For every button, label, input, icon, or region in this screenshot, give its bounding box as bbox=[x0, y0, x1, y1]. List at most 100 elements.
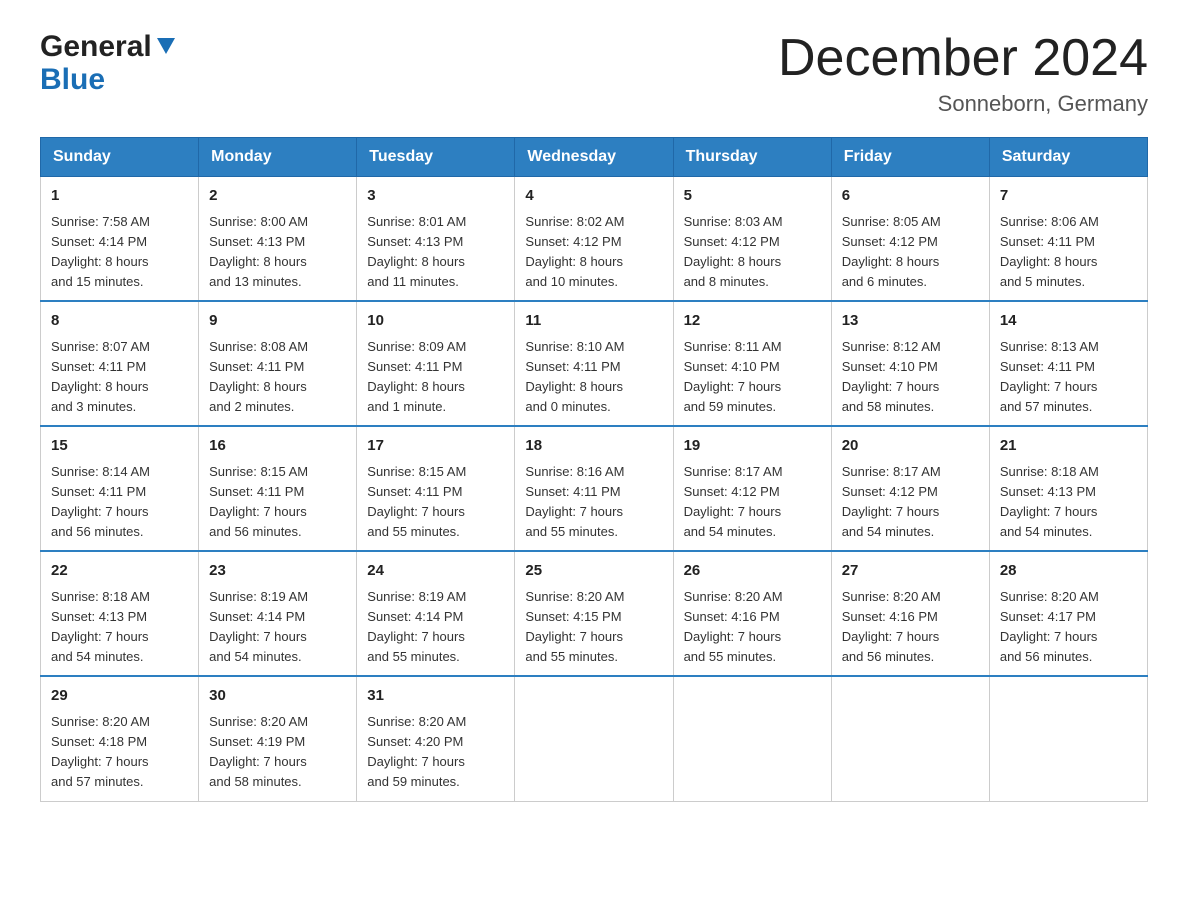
day-cell: 24 Sunrise: 8:19 AM Sunset: 4:14 PM Dayli… bbox=[357, 551, 515, 676]
day-number: 21 bbox=[1000, 435, 1137, 458]
week-row-4: 22 Sunrise: 8:18 AM Sunset: 4:13 PM Dayli… bbox=[41, 551, 1148, 676]
day-number: 19 bbox=[684, 435, 821, 458]
day-cell: 13 Sunrise: 8:12 AM Sunset: 4:10 PM Dayli… bbox=[831, 301, 989, 426]
day-info: Sunrise: 8:17 AM Sunset: 4:12 PM Dayligh… bbox=[684, 462, 821, 543]
day-info: Sunrise: 8:10 AM Sunset: 4:11 PM Dayligh… bbox=[525, 337, 662, 418]
day-cell bbox=[515, 676, 673, 801]
day-cell: 29 Sunrise: 8:20 AM Sunset: 4:18 PM Dayli… bbox=[41, 676, 199, 801]
day-number: 18 bbox=[525, 435, 662, 458]
weekday-header-thursday: Thursday bbox=[673, 138, 831, 177]
day-number: 5 bbox=[684, 185, 821, 208]
day-info: Sunrise: 7:58 AM Sunset: 4:14 PM Dayligh… bbox=[51, 212, 188, 293]
day-cell: 2 Sunrise: 8:00 AM Sunset: 4:13 PM Daylig… bbox=[199, 177, 357, 302]
day-cell: 25 Sunrise: 8:20 AM Sunset: 4:15 PM Dayli… bbox=[515, 551, 673, 676]
day-info: Sunrise: 8:20 AM Sunset: 4:17 PM Dayligh… bbox=[1000, 587, 1137, 668]
weekday-header-monday: Monday bbox=[199, 138, 357, 177]
day-cell: 11 Sunrise: 8:10 AM Sunset: 4:11 PM Dayli… bbox=[515, 301, 673, 426]
logo-triangle-icon bbox=[157, 38, 175, 54]
day-cell: 18 Sunrise: 8:16 AM Sunset: 4:11 PM Dayli… bbox=[515, 426, 673, 551]
title-block: December 2024 Sonneborn, Germany bbox=[778, 30, 1148, 117]
day-info: Sunrise: 8:18 AM Sunset: 4:13 PM Dayligh… bbox=[51, 587, 188, 668]
day-info: Sunrise: 8:02 AM Sunset: 4:12 PM Dayligh… bbox=[525, 212, 662, 293]
day-info: Sunrise: 8:20 AM Sunset: 4:20 PM Dayligh… bbox=[367, 712, 504, 793]
day-info: Sunrise: 8:20 AM Sunset: 4:16 PM Dayligh… bbox=[684, 587, 821, 668]
day-info: Sunrise: 8:01 AM Sunset: 4:13 PM Dayligh… bbox=[367, 212, 504, 293]
day-number: 2 bbox=[209, 185, 346, 208]
day-info: Sunrise: 8:11 AM Sunset: 4:10 PM Dayligh… bbox=[684, 337, 821, 418]
day-number: 3 bbox=[367, 185, 504, 208]
day-info: Sunrise: 8:19 AM Sunset: 4:14 PM Dayligh… bbox=[367, 587, 504, 668]
day-number: 30 bbox=[209, 685, 346, 708]
day-cell: 5 Sunrise: 8:03 AM Sunset: 4:12 PM Daylig… bbox=[673, 177, 831, 302]
day-cell: 16Sunrise: 8:15 AM Sunset: 4:11 PM Dayli… bbox=[199, 426, 357, 551]
day-cell: 31 Sunrise: 8:20 AM Sunset: 4:20 PM Dayli… bbox=[357, 676, 515, 801]
day-number: 17 bbox=[367, 435, 504, 458]
day-number: 24 bbox=[367, 560, 504, 583]
day-info: Sunrise: 8:03 AM Sunset: 4:12 PM Dayligh… bbox=[684, 212, 821, 293]
week-row-1: 1 Sunrise: 7:58 AM Sunset: 4:14 PM Daylig… bbox=[41, 177, 1148, 302]
day-cell: 23Sunrise: 8:19 AM Sunset: 4:14 PM Dayli… bbox=[199, 551, 357, 676]
day-info: Sunrise: 8:05 AM Sunset: 4:12 PM Dayligh… bbox=[842, 212, 979, 293]
day-number: 29 bbox=[51, 685, 188, 708]
day-info: Sunrise: 8:12 AM Sunset: 4:10 PM Dayligh… bbox=[842, 337, 979, 418]
day-cell: 3 Sunrise: 8:01 AM Sunset: 4:13 PM Daylig… bbox=[357, 177, 515, 302]
day-cell: 30 Sunrise: 8:20 AM Sunset: 4:19 PM Dayli… bbox=[199, 676, 357, 801]
day-info: Sunrise: 8:17 AM Sunset: 4:12 PM Dayligh… bbox=[842, 462, 979, 543]
day-number: 31 bbox=[367, 685, 504, 708]
day-cell: 9 Sunrise: 8:08 AM Sunset: 4:11 PM Daylig… bbox=[199, 301, 357, 426]
logo-general-line: General bbox=[40, 30, 175, 63]
day-info: Sunrise: 8:09 AM Sunset: 4:11 PM Dayligh… bbox=[367, 337, 504, 418]
day-number: 10 bbox=[367, 310, 504, 333]
day-number: 27 bbox=[842, 560, 979, 583]
day-info: Sunrise: 8:16 AM Sunset: 4:11 PM Dayligh… bbox=[525, 462, 662, 543]
day-cell: 17 Sunrise: 8:15 AM Sunset: 4:11 PM Dayli… bbox=[357, 426, 515, 551]
day-info: Sunrise: 8:20 AM Sunset: 4:19 PM Dayligh… bbox=[209, 712, 346, 793]
day-number: 9 bbox=[209, 310, 346, 333]
weekday-header-row: SundayMondayTuesdayWednesdayThursdayFrid… bbox=[41, 138, 1148, 177]
day-number: 25 bbox=[525, 560, 662, 583]
month-title: December 2024 bbox=[778, 30, 1148, 87]
logo: General Blue bbox=[40, 30, 175, 96]
day-info: Sunrise: 8:19 AM Sunset: 4:14 PM Dayligh… bbox=[209, 587, 346, 668]
day-number: 1 bbox=[51, 185, 188, 208]
day-number: 11 bbox=[525, 310, 662, 333]
page-header: General Blue December 2024 Sonneborn, Ge… bbox=[40, 30, 1148, 117]
day-cell: 1 Sunrise: 7:58 AM Sunset: 4:14 PM Daylig… bbox=[41, 177, 199, 302]
day-info: Sunrise: 8:15 AM Sunset: 4:11 PM Dayligh… bbox=[367, 462, 504, 543]
day-cell: 26 Sunrise: 8:20 AM Sunset: 4:16 PM Dayli… bbox=[673, 551, 831, 676]
weekday-header-wednesday: Wednesday bbox=[515, 138, 673, 177]
day-number: 12 bbox=[684, 310, 821, 333]
day-cell: 8Sunrise: 8:07 AM Sunset: 4:11 PM Daylig… bbox=[41, 301, 199, 426]
weekday-header-saturday: Saturday bbox=[989, 138, 1147, 177]
weekday-header-friday: Friday bbox=[831, 138, 989, 177]
week-row-2: 8Sunrise: 8:07 AM Sunset: 4:11 PM Daylig… bbox=[41, 301, 1148, 426]
day-cell bbox=[989, 676, 1147, 801]
day-cell: 6Sunrise: 8:05 AM Sunset: 4:12 PM Daylig… bbox=[831, 177, 989, 302]
day-info: Sunrise: 8:20 AM Sunset: 4:15 PM Dayligh… bbox=[525, 587, 662, 668]
day-number: 14 bbox=[1000, 310, 1137, 333]
calendar-table: SundayMondayTuesdayWednesdayThursdayFrid… bbox=[40, 137, 1148, 801]
day-number: 8 bbox=[51, 310, 188, 333]
day-number: 13 bbox=[842, 310, 979, 333]
day-cell: 28Sunrise: 8:20 AM Sunset: 4:17 PM Dayli… bbox=[989, 551, 1147, 676]
day-cell: 21 Sunrise: 8:18 AM Sunset: 4:13 PM Dayli… bbox=[989, 426, 1147, 551]
location-title: Sonneborn, Germany bbox=[778, 91, 1148, 117]
day-info: Sunrise: 8:20 AM Sunset: 4:16 PM Dayligh… bbox=[842, 587, 979, 668]
week-row-5: 29 Sunrise: 8:20 AM Sunset: 4:18 PM Dayli… bbox=[41, 676, 1148, 801]
day-number: 7 bbox=[1000, 185, 1137, 208]
day-cell: 22 Sunrise: 8:18 AM Sunset: 4:13 PM Dayli… bbox=[41, 551, 199, 676]
day-number: 26 bbox=[684, 560, 821, 583]
logo-blue-text: Blue bbox=[40, 63, 175, 96]
day-cell: 19 Sunrise: 8:17 AM Sunset: 4:12 PM Dayli… bbox=[673, 426, 831, 551]
weekday-header-sunday: Sunday bbox=[41, 138, 199, 177]
day-cell: 4Sunrise: 8:02 AM Sunset: 4:12 PM Daylig… bbox=[515, 177, 673, 302]
day-info: Sunrise: 8:18 AM Sunset: 4:13 PM Dayligh… bbox=[1000, 462, 1137, 543]
day-info: Sunrise: 8:15 AM Sunset: 4:11 PM Dayligh… bbox=[209, 462, 346, 543]
day-cell: 14Sunrise: 8:13 AM Sunset: 4:11 PM Dayli… bbox=[989, 301, 1147, 426]
day-info: Sunrise: 8:20 AM Sunset: 4:18 PM Dayligh… bbox=[51, 712, 188, 793]
day-cell: 20Sunrise: 8:17 AM Sunset: 4:12 PM Dayli… bbox=[831, 426, 989, 551]
day-cell: 15Sunrise: 8:14 AM Sunset: 4:11 PM Dayli… bbox=[41, 426, 199, 551]
day-info: Sunrise: 8:00 AM Sunset: 4:13 PM Dayligh… bbox=[209, 212, 346, 293]
day-number: 22 bbox=[51, 560, 188, 583]
day-info: Sunrise: 8:08 AM Sunset: 4:11 PM Dayligh… bbox=[209, 337, 346, 418]
